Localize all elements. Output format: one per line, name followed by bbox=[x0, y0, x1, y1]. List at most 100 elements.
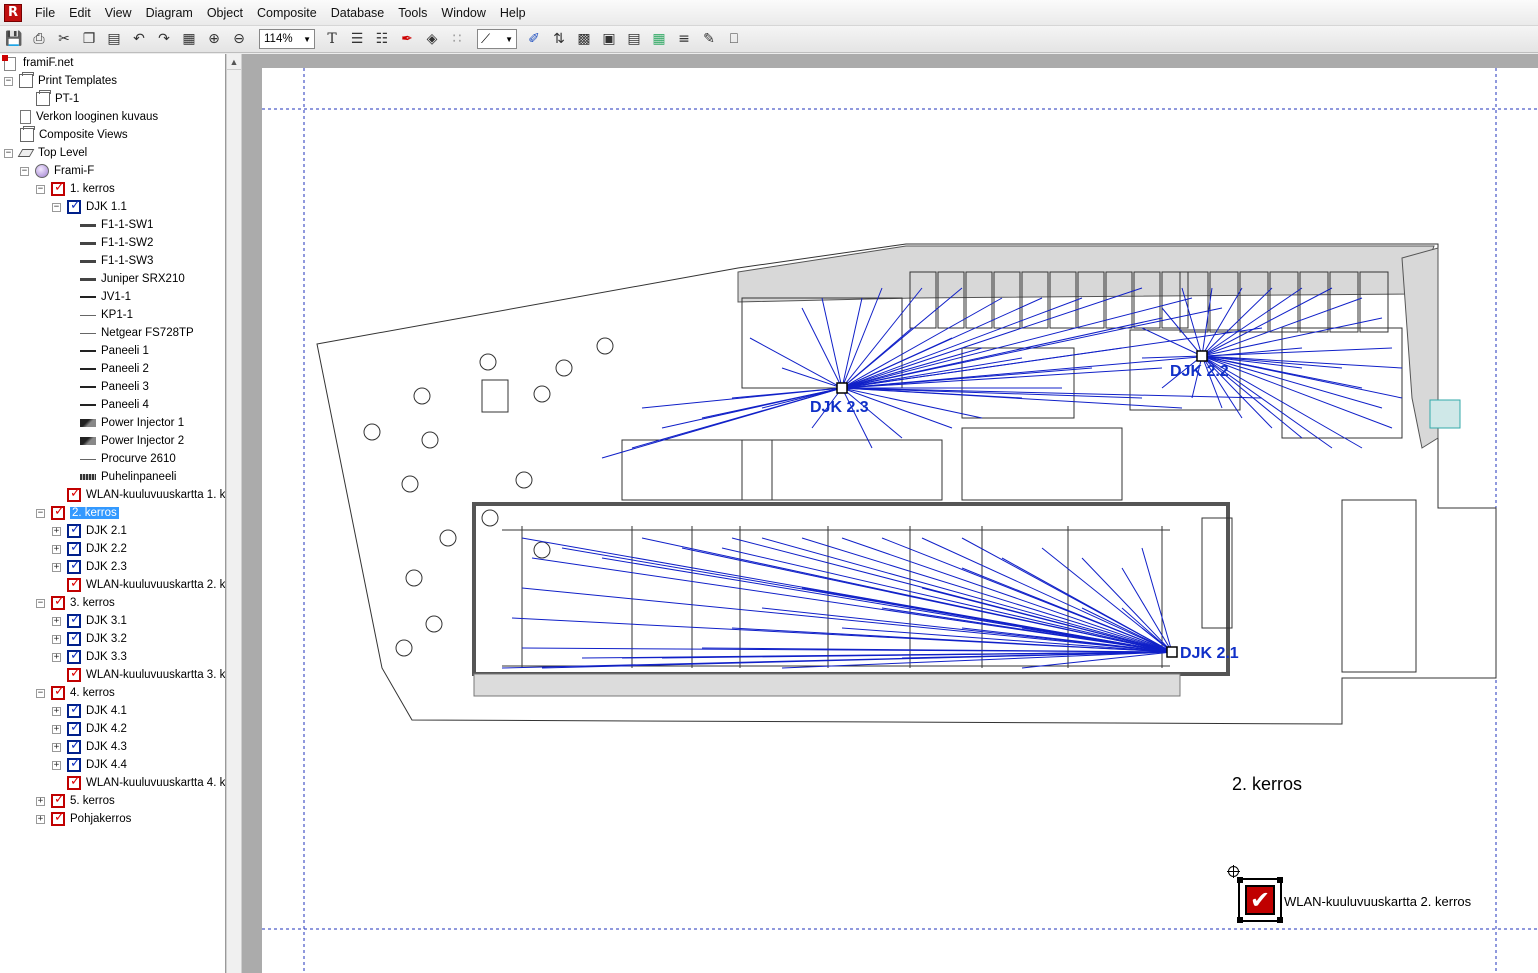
floor-plan[interactable]: DJK 2.3 DJK 2.2 DJK 2.1 bbox=[262, 68, 1538, 973]
tree-djk11[interactable]: − DJK 1.1 bbox=[52, 198, 127, 216]
expand-toggle[interactable]: + bbox=[52, 616, 61, 626]
stack-icon[interactable]: ≡ bbox=[673, 28, 695, 50]
tree-floor1[interactable]: − 1. kerros bbox=[36, 180, 115, 198]
object-tree[interactable]: framiF.net − Print Templates PT-1 Verkon… bbox=[0, 54, 226, 973]
print-icon[interactable]: ⎙ bbox=[28, 28, 50, 50]
connect-icon[interactable]: ∷ bbox=[446, 28, 468, 50]
line-type-select[interactable]: ⟋ ▼ bbox=[477, 29, 517, 49]
properties-icon[interactable]: ▤ bbox=[623, 28, 645, 50]
tree-print-templates[interactable]: − Print Templates bbox=[4, 72, 117, 90]
tree-djk[interactable]: + DJK 3.2 bbox=[52, 630, 127, 648]
tree-djk[interactable]: + DJK 3.1 bbox=[52, 612, 127, 630]
group-icon[interactable]: ▣ bbox=[598, 28, 620, 50]
tree-device[interactable]: Paneeli 4 bbox=[80, 396, 149, 414]
tree-device[interactable]: Power Injector 1 bbox=[80, 414, 184, 432]
menu-file[interactable]: File bbox=[28, 0, 62, 26]
legend[interactable]: ✔ WLAN-kuuluvuuskartta 2. kerros bbox=[1227, 865, 1498, 928]
paste-icon[interactable]: ▤ bbox=[103, 28, 125, 50]
collapse-toggle[interactable]: − bbox=[20, 166, 29, 176]
tree-djk[interactable]: + DJK 2.3 bbox=[52, 558, 127, 576]
redo-icon[interactable]: ↷ bbox=[153, 28, 175, 50]
line-width-icon[interactable]: ☰ bbox=[346, 28, 368, 50]
expand-toggle[interactable]: + bbox=[52, 544, 61, 554]
tree-device[interactable]: Netgear FS728TP bbox=[80, 324, 194, 342]
expand-toggle[interactable]: + bbox=[36, 814, 45, 824]
expand-toggle[interactable]: + bbox=[52, 760, 61, 770]
tree-device[interactable]: Power Injector 2 bbox=[80, 432, 184, 450]
tree-device[interactable]: Puhelinpaneeli bbox=[80, 468, 176, 486]
zoom-in-icon[interactable]: ⊕ bbox=[203, 28, 225, 50]
menu-diagram[interactable]: Diagram bbox=[139, 0, 200, 26]
menu-database[interactable]: Database bbox=[324, 0, 392, 26]
tree-djk[interactable]: + DJK 4.3 bbox=[52, 738, 127, 756]
tree-djk[interactable]: + DJK 2.1 bbox=[52, 522, 127, 540]
wlan-legend-symbol[interactable]: ✔ bbox=[1237, 877, 1283, 923]
expand-toggle[interactable]: + bbox=[36, 796, 45, 806]
collapse-toggle[interactable]: − bbox=[36, 598, 45, 608]
zoom-out-icon[interactable]: ⊖ bbox=[228, 28, 250, 50]
fill-color-icon[interactable]: ◈ bbox=[421, 28, 443, 50]
monitor-icon[interactable]: ⎕ bbox=[723, 28, 745, 50]
color-scheme-icon[interactable]: ▦ bbox=[648, 28, 670, 50]
tree-verkon[interactable]: Verkon looginen kuvaus bbox=[20, 108, 158, 126]
text-tool-icon[interactable]: T bbox=[321, 28, 343, 50]
tree-djk[interactable]: + DJK 4.1 bbox=[52, 702, 127, 720]
expand-toggle[interactable]: + bbox=[52, 652, 61, 662]
collapse-toggle[interactable]: − bbox=[36, 688, 45, 698]
tree-device[interactable]: Paneeli 1 bbox=[80, 342, 149, 360]
tree-network[interactable]: − Frami-F bbox=[20, 162, 94, 180]
menu-help[interactable]: Help bbox=[493, 0, 533, 26]
expand-toggle[interactable]: + bbox=[52, 634, 61, 644]
tree-device[interactable]: Paneeli 2 bbox=[80, 360, 149, 378]
menu-composite[interactable]: Composite bbox=[250, 0, 324, 26]
collapse-toggle[interactable]: − bbox=[36, 508, 45, 518]
cut-icon[interactable]: ✂ bbox=[53, 28, 75, 50]
align-icon[interactable]: ⇅ bbox=[548, 28, 570, 50]
tree-composite[interactable]: Composite Views bbox=[20, 126, 128, 144]
expand-toggle[interactable]: + bbox=[52, 706, 61, 716]
tree-device[interactable]: Juniper SRX210 bbox=[80, 270, 185, 288]
menu-window[interactable]: Window bbox=[434, 0, 492, 26]
scroll-up-icon[interactable]: ▲ bbox=[227, 54, 241, 70]
diagram-page[interactable]: DJK 2.3 DJK 2.2 DJK 2.1 2. kerros bbox=[262, 68, 1538, 973]
tree-pt1[interactable]: PT-1 bbox=[36, 90, 79, 108]
tree-root[interactable]: framiF.net bbox=[2, 54, 74, 72]
collapse-toggle[interactable]: − bbox=[52, 202, 61, 212]
expand-toggle[interactable]: + bbox=[52, 526, 61, 536]
tree-wlan2[interactable]: WLAN-kuuluvuuskartta 2. kerros bbox=[67, 576, 225, 594]
tree-djk[interactable]: + DJK 3.3 bbox=[52, 648, 127, 666]
tree-device[interactable]: KP1-1 bbox=[80, 306, 133, 324]
edit-page-icon[interactable]: ✎ bbox=[698, 28, 720, 50]
pen-color-icon[interactable]: ✒ bbox=[396, 28, 418, 50]
tree-floor3[interactable]: − 3. kerros bbox=[36, 594, 115, 612]
tree-wlan1[interactable]: WLAN-kuuluvuuskartta 1. kerros bbox=[67, 486, 225, 504]
tree-scrollbar[interactable]: ▲ bbox=[226, 54, 242, 973]
tree-layout-icon[interactable]: ▩ bbox=[573, 28, 595, 50]
expand-toggle[interactable]: + bbox=[52, 562, 61, 572]
menu-tools[interactable]: Tools bbox=[391, 0, 434, 26]
tree-djk[interactable]: + DJK 4.4 bbox=[52, 756, 127, 774]
undo-icon[interactable]: ↶ bbox=[128, 28, 150, 50]
tree-basement[interactable]: + Pohjakerros bbox=[36, 810, 131, 828]
tree-device[interactable]: F1-1-SW2 bbox=[80, 234, 153, 252]
expand-toggle[interactable]: + bbox=[52, 742, 61, 752]
copy-icon[interactable]: ❐ bbox=[78, 28, 100, 50]
tree-floor4[interactable]: − 4. kerros bbox=[36, 684, 115, 702]
collapse-toggle[interactable]: − bbox=[4, 148, 13, 158]
zoom-select[interactable]: 114% ▼ bbox=[259, 29, 315, 49]
tree-device[interactable]: JV1-1 bbox=[80, 288, 131, 306]
expand-toggle[interactable]: + bbox=[52, 724, 61, 734]
tree-device[interactable]: Procurve 2610 bbox=[80, 450, 176, 468]
tree-floor2[interactable]: − 2. kerros bbox=[36, 504, 119, 522]
collapse-toggle[interactable]: − bbox=[36, 184, 45, 194]
tree-device[interactable]: F1-1-SW3 bbox=[80, 252, 153, 270]
menu-view[interactable]: View bbox=[98, 0, 139, 26]
tree-device[interactable]: Paneeli 3 bbox=[80, 378, 149, 396]
tree-top-level[interactable]: − Top Level bbox=[4, 144, 87, 162]
menu-object[interactable]: Object bbox=[200, 0, 250, 26]
menu-edit[interactable]: Edit bbox=[62, 0, 98, 26]
collapse-toggle[interactable]: − bbox=[4, 76, 13, 86]
tree-wlan4[interactable]: WLAN-kuuluvuuskartta 4. kerros bbox=[67, 774, 225, 792]
fit-icon[interactable]: ▦ bbox=[178, 28, 200, 50]
tree-djk[interactable]: + DJK 4.2 bbox=[52, 720, 127, 738]
